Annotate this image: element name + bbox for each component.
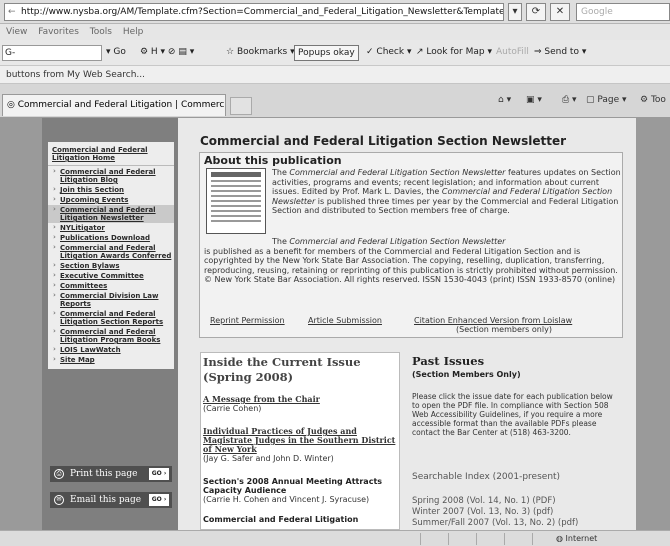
article-title[interactable]: Section's 2008 Annual Meeting Attracts C… <box>203 477 399 495</box>
nav-item-current[interactable]: Commercial and Federal Litigation Newsle… <box>48 205 174 223</box>
searchable-index-link[interactable]: Searchable Index (2001-present) <box>412 472 560 482</box>
nav-item[interactable]: Commercial and Federal Litigation Progra… <box>48 327 174 345</box>
nav-item[interactable]: Site Map <box>48 355 174 365</box>
citation-note: (Section members only) <box>456 325 552 334</box>
globe-icon: ◍ <box>556 534 566 543</box>
refresh-icon[interactable]: ⟳ <box>526 3 546 21</box>
nav-item[interactable]: LOIS LawWatch <box>48 345 174 355</box>
go-button[interactable]: ▾ Go <box>106 40 126 64</box>
nav-item[interactable]: Upcoming Events <box>48 195 174 205</box>
search-field[interactable]: Google <box>576 3 670 21</box>
article-author: (Jay G. Safer and John D. Winter) <box>203 454 334 463</box>
email-icon: ✉ <box>54 495 64 505</box>
newsletter-cover-image <box>206 168 266 234</box>
article-item: A Message from the Chair (Carrie Cohen) <box>203 395 399 414</box>
stop-icon[interactable]: ✕ <box>550 3 570 21</box>
email-go-button[interactable]: GO › <box>149 494 169 506</box>
toolbar-icons[interactable]: ⚙ H ▾ ⊘ ▤ ▾ <box>140 40 194 64</box>
past-issues-heading: Past Issues <box>412 354 485 368</box>
status-divider <box>448 533 449 545</box>
nav-item[interactable]: Join this Section <box>48 185 174 195</box>
article-item: Section's 2008 Annual Meeting Attracts C… <box>203 477 399 504</box>
left-column: Commercial and Federal Litigation Home C… <box>42 118 178 530</box>
nav-item[interactable]: Commercial and Federal Litigation Sectio… <box>48 309 174 327</box>
about-box: About this publication The Commercial an… <box>199 152 623 338</box>
nav-home-link[interactable]: Commercial and Federal Litigation Home <box>48 145 174 166</box>
status-divider <box>504 533 505 545</box>
check-button[interactable]: ✓ Check ▾ <box>366 40 411 64</box>
article-title[interactable]: Commercial and Federal Litigation <box>203 515 399 524</box>
internet-zone: ◍ Internet <box>556 534 598 543</box>
citation-enhanced-link[interactable]: Citation Enhanced Version from Loislaw <box>414 316 572 325</box>
tools-menu[interactable]: ⚙ Too <box>640 95 666 105</box>
print-go-button[interactable]: GO › <box>149 468 169 480</box>
nav-item[interactable]: Publications Download <box>48 233 174 243</box>
print-icon: ⎙ <box>54 469 64 479</box>
toolbar: G- ▾ Go ⚙ H ▾ ⊘ ▤ ▾ ☆ Bookmarks ▾ Popups… <box>0 40 670 66</box>
article-author: (Carrie H. Cohen and Vincent J. Syracuse… <box>203 495 370 504</box>
links-bar[interactable]: buttons from My Web Search... <box>0 66 670 84</box>
article-item: Individual Practices of Judges and Magis… <box>203 427 399 464</box>
nav-item[interactable]: Commercial and Federal Litigation Awards… <box>48 243 174 261</box>
new-tab-button[interactable] <box>230 97 252 115</box>
address-bar-row: http://www.nysba.org/AM/Template.cfm?Sec… <box>0 0 670 24</box>
article-item: Commercial and Federal Litigation <box>203 515 399 524</box>
nav-item[interactable]: Commercial Division Law Reports <box>48 291 174 309</box>
address-dropdown-icon[interactable]: ▾ <box>508 3 522 21</box>
address-field[interactable]: http://www.nysba.org/AM/Template.cfm?Sec… <box>4 3 504 21</box>
print-page-button[interactable]: ⎙ Print this page GO › <box>50 466 172 482</box>
past-issues-box: Past Issues (Section Members Only) Pleas… <box>412 352 624 530</box>
nav-item[interactable]: NYLitigator <box>48 223 174 233</box>
reprint-permission-link[interactable]: Reprint Permission <box>210 316 285 325</box>
look-for-map-button[interactable]: ↗ Look for Map ▾ <box>416 40 492 64</box>
status-bar: ◍ Internet <box>0 530 670 546</box>
about-paragraph-2: The Commercial and Federal Litigation Se… <box>204 237 618 284</box>
current-issue-heading: Inside the Current Issue (Spring 2008) <box>203 355 361 384</box>
google-search-box[interactable]: G- <box>2 45 102 61</box>
tab-active[interactable]: ◎ Commercial and Federal Litigation | Co… <box>2 94 226 116</box>
article-submission-link[interactable]: Article Submission <box>308 316 382 325</box>
menu-help[interactable]: Help <box>123 27 144 37</box>
article-link[interactable]: Individual Practices of Judges and Magis… <box>203 427 399 454</box>
article-author: (Carrie Cohen) <box>203 404 262 413</box>
page-title: Commercial and Federal Litigation Sectio… <box>200 134 567 148</box>
past-issues-instructions: Please click the issue date for each pub… <box>412 392 613 437</box>
issue-link[interactable]: Spring 2008 (Vol. 14, No. 1) (PDF) <box>412 496 556 506</box>
status-divider <box>420 533 421 545</box>
nav-item[interactable]: Section Bylaws <box>48 261 174 271</box>
menu-view[interactable]: View <box>6 27 27 37</box>
email-page-button[interactable]: ✉ Email this page GO › <box>50 492 172 508</box>
bookmarks-button[interactable]: ☆ Bookmarks ▾ <box>226 40 295 64</box>
about-paragraph-1: The Commercial and Federal Litigation Se… <box>272 168 621 215</box>
nav-item[interactable]: Executive Committee <box>48 271 174 281</box>
send-to-button[interactable]: ⇒ Send to ▾ <box>534 40 586 64</box>
issue-link[interactable]: Summer/Fall 2007 (Vol. 13, No. 2) (pdf) <box>412 518 578 528</box>
status-divider <box>532 533 533 545</box>
home-icon[interactable]: ⌂ ▾ <box>498 95 511 105</box>
popups-button[interactable]: Popups okay <box>294 45 359 61</box>
issue-link[interactable]: Winter 2007 (Vol. 13, No. 3) (pdf) <box>412 507 553 517</box>
main-column: Commercial and Federal Litigation Sectio… <box>196 118 626 530</box>
menu-favorites[interactable]: Favorites <box>38 27 79 37</box>
past-issues-subheading: (Section Members Only) <box>412 370 521 379</box>
page-body: Commercial and Federal Litigation Home C… <box>42 118 636 530</box>
web-content: Commercial and Federal Litigation Home C… <box>0 118 670 530</box>
about-heading: About this publication <box>204 154 342 167</box>
article-link[interactable]: A Message from the Chair <box>203 395 399 404</box>
current-issue-box: Inside the Current Issue (Spring 2008) A … <box>200 352 400 530</box>
menu-tools[interactable]: Tools <box>90 27 112 37</box>
page-menu[interactable]: ▢ Page ▾ <box>586 95 627 105</box>
menu-bar: View Favorites Tools Help <box>0 24 670 40</box>
print-icon[interactable]: ⎙ ▾ <box>562 95 577 105</box>
nav-item[interactable]: Commercial and Federal Litigation Blog <box>48 167 174 185</box>
section-navigation: Commercial and Federal Litigation Home C… <box>48 142 174 369</box>
tab-strip: ◎ Commercial and Federal Litigation | Co… <box>0 84 670 118</box>
nav-item[interactable]: Committees <box>48 281 174 291</box>
feeds-icon[interactable]: ▣ ▾ <box>526 95 542 105</box>
status-divider <box>476 533 477 545</box>
autofill-button[interactable]: AutoFill <box>496 40 529 64</box>
